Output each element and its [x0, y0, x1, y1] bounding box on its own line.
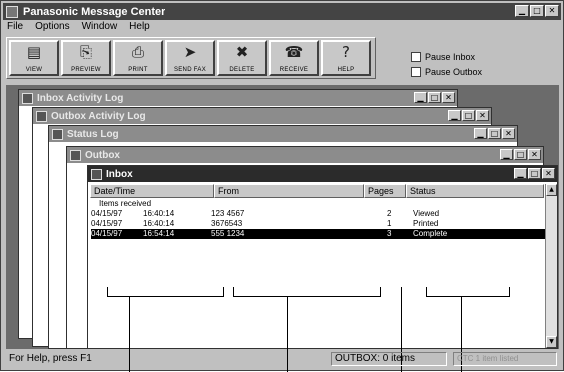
window-icon [91, 168, 102, 180]
maximize-button[interactable]: □ [528, 168, 541, 179]
window-icon [70, 149, 81, 161]
pause-outbox-checkbox[interactable] [411, 66, 421, 77]
close-button[interactable]: ✕ [476, 110, 489, 121]
pause-inbox-label: Pause Inbox [425, 51, 476, 62]
maximize-button[interactable]: □ [488, 128, 501, 139]
window-controls: ▁ □ ✕ [515, 5, 559, 17]
pause-inbox-option[interactable]: Pause Inbox [411, 49, 482, 64]
window-icon [52, 128, 63, 140]
app-window: Panasonic Message Center ▁ □ ✕ File Opti… [0, 0, 564, 372]
help-icon: ? [342, 43, 350, 61]
window-controls: ▁ □ ✕ [474, 128, 515, 139]
close-button[interactable]: ✕ [528, 149, 541, 160]
toolbar: ▤ VIEW ⎘ PREVIEW ⎙ PRINT ➤ SEND FAX ✖ DE… [6, 37, 376, 79]
delete-button[interactable]: ✖ DELETE [217, 40, 267, 76]
window-icon [36, 110, 47, 122]
menu-help[interactable]: Help [129, 21, 150, 35]
app-title: Panasonic Message Center [23, 5, 166, 18]
preview-icon: ⎘ [79, 43, 92, 61]
outbox-titlebar[interactable]: Outbox [67, 147, 543, 163]
receive-icon: ☎ [284, 43, 304, 61]
pause-inbox-checkbox[interactable] [411, 51, 421, 62]
window-controls: ▁ □ ✕ [448, 110, 489, 121]
preview-button[interactable]: ⎘ PREVIEW [61, 40, 111, 76]
column-header-status[interactable]: Status [406, 184, 544, 198]
pause-outbox-option[interactable]: Pause Outbox [411, 64, 482, 79]
column-header-date-time[interactable]: Date/Time [90, 184, 214, 198]
minimize-button[interactable]: ▁ [500, 149, 513, 160]
minimize-button[interactable]: ▁ [448, 110, 461, 121]
table-row-selected[interactable]: 04/15/97 16:54:14 555 1234 3 Complete [91, 229, 545, 239]
window-icon [22, 92, 33, 104]
maximize-button[interactable]: □ [462, 110, 475, 121]
status-help-text: For Help, press F1 [9, 353, 92, 364]
status-outbox: OUTBOX: 0 items [331, 352, 447, 366]
app-icon [6, 5, 18, 18]
close-button[interactable]: ✕ [542, 168, 555, 179]
view-button[interactable]: ▤ VIEW [9, 40, 59, 76]
minimize-button[interactable]: ▁ [514, 168, 527, 179]
window-controls: ▁ □ ✕ [500, 149, 541, 160]
receive-button[interactable]: ☎ RECEIVE [269, 40, 319, 76]
app-titlebar[interactable]: Panasonic Message Center ▁ □ ✕ [3, 3, 561, 20]
inbox-titlebar[interactable]: Inbox [88, 166, 557, 182]
status-bar: For Help, press F1 OUTBOX: 0 items CTC 1… [5, 351, 559, 368]
pause-outbox-label: Pause Outbox [425, 66, 483, 77]
column-header-pages[interactable]: Pages [364, 184, 406, 198]
menu-file[interactable]: File [7, 21, 23, 35]
print-icon: ⎙ [131, 43, 144, 61]
window-controls: ▁ □ ✕ [514, 168, 555, 179]
table-row[interactable]: 04/15/97 16:40:14 123 4567 2 Viewed [91, 209, 531, 219]
list-group-label: Items received [99, 199, 152, 208]
close-button[interactable]: ✕ [502, 128, 515, 139]
menubar: File Options Window Help [5, 21, 150, 35]
print-button[interactable]: ⎙ PRINT [113, 40, 163, 76]
close-button[interactable]: ✕ [442, 92, 455, 103]
maximize-button[interactable]: □ [428, 92, 441, 103]
maximize-button[interactable]: □ [530, 5, 544, 17]
status-right-text: CTC 1 item listed [453, 352, 557, 366]
outbox-activity-log-titlebar[interactable]: Outbox Activity Log [33, 108, 491, 124]
mdi-workspace: Inbox Activity Log ▁ □ ✕ Outbox Activity… [6, 85, 559, 349]
status-log-titlebar[interactable]: Status Log [49, 126, 517, 142]
menu-window[interactable]: Window [82, 21, 118, 35]
minimize-button[interactable]: ▁ [515, 5, 529, 17]
view-icon: ▤ [26, 43, 42, 61]
inbox-window[interactable]: Inbox ▁ □ ✕ Date/Time From Pages Status … [87, 165, 558, 349]
send-fax-button[interactable]: ➤ SEND FAX [165, 40, 215, 76]
maximize-button[interactable]: □ [514, 149, 527, 160]
column-header-from[interactable]: From [214, 184, 364, 198]
close-button[interactable]: ✕ [545, 5, 559, 17]
minimize-button[interactable]: ▁ [414, 92, 427, 103]
menu-options[interactable]: Options [35, 21, 69, 35]
minimize-button[interactable]: ▁ [474, 128, 487, 139]
send-fax-icon: ➤ [183, 43, 197, 61]
table-row[interactable]: 04/15/97 16:40:14 3676543 1 Printed [91, 219, 531, 229]
scroll-up-button[interactable]: ▲ [546, 184, 557, 196]
window-controls: ▁ □ ✕ [414, 92, 455, 103]
vertical-scrollbar[interactable]: ▲ ▼ [545, 184, 557, 348]
delete-icon: ✖ [235, 43, 249, 61]
scroll-down-button[interactable]: ▼ [546, 336, 557, 348]
help-button[interactable]: ? HELP [321, 40, 371, 76]
pause-options: Pause Inbox Pause Outbox [411, 49, 482, 79]
inbox-activity-log-titlebar[interactable]: Inbox Activity Log [19, 90, 457, 106]
